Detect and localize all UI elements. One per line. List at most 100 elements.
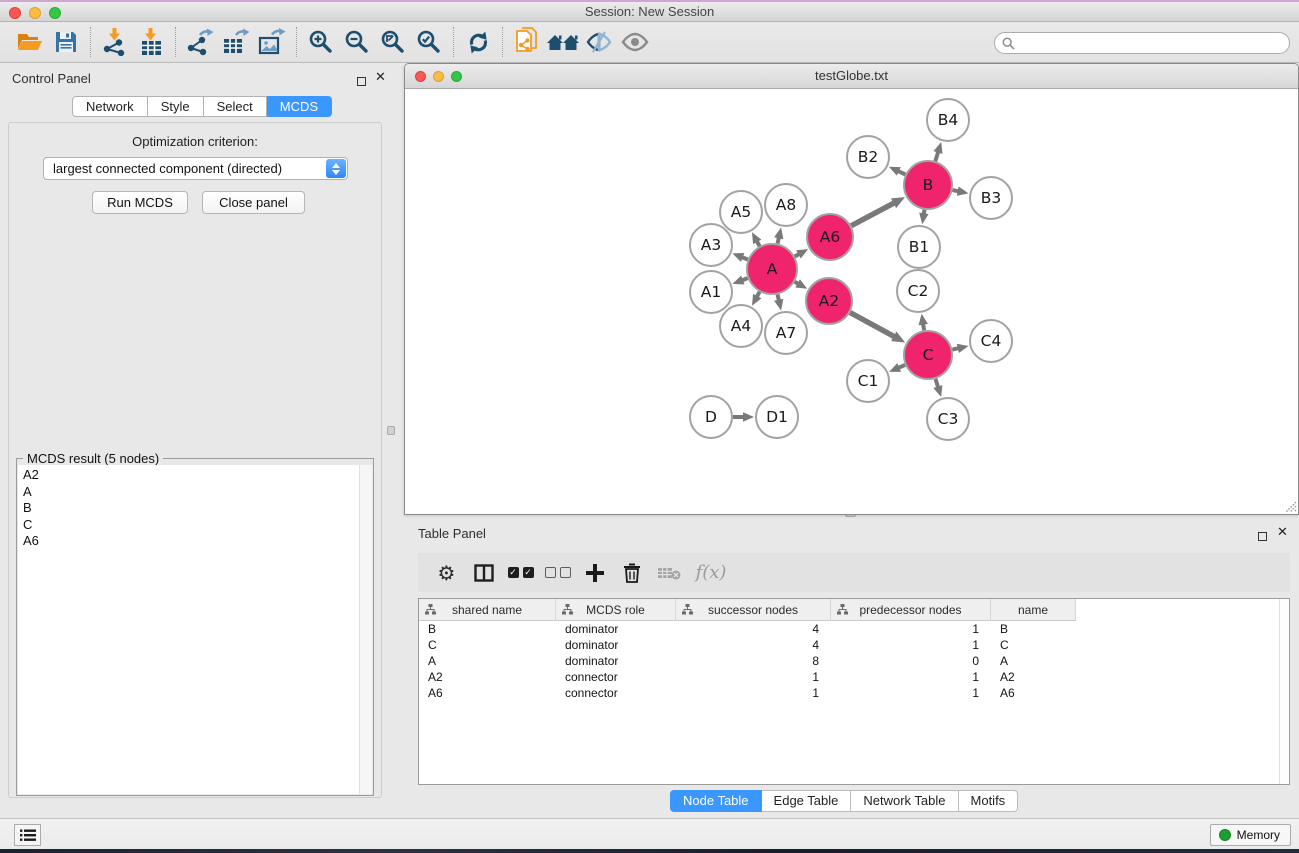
table-cell[interactable]: C xyxy=(419,637,556,653)
table-row[interactable]: A2connector11A2 xyxy=(419,669,1279,685)
network-window-controls[interactable] xyxy=(415,71,462,82)
refresh-button[interactable] xyxy=(460,25,496,59)
network-zoom-button[interactable] xyxy=(451,71,462,82)
column-header-MCDS-role[interactable]: MCDS role xyxy=(556,599,676,621)
network-close-button[interactable] xyxy=(415,71,426,82)
table-cell[interactable]: 4 xyxy=(676,637,831,653)
zoom-window-button[interactable] xyxy=(49,7,61,19)
column-visibility-button[interactable] xyxy=(465,557,502,589)
network-canvas[interactable]: AA1A3A5A8A4A7A6A2BB1B2B3B4CC1C2C3C4DD1 xyxy=(405,89,1298,514)
mcds-result-item[interactable]: B xyxy=(23,500,372,517)
run-mcds-button[interactable]: Run MCDS xyxy=(92,191,188,214)
window-resize-grip[interactable] xyxy=(1283,499,1297,513)
node-table-body[interactable]: Bdominator41BCdominator41CAdominator80AA… xyxy=(419,621,1279,784)
mcds-result-item[interactable]: A xyxy=(23,484,372,501)
table-cell[interactable]: dominator xyxy=(556,621,676,637)
window-controls[interactable] xyxy=(9,7,61,19)
tab-style[interactable]: Style xyxy=(148,96,204,117)
export-table-button[interactable] xyxy=(218,25,254,59)
table-cell[interactable]: A2 xyxy=(991,669,1076,685)
table-cell[interactable]: 1 xyxy=(676,669,831,685)
table-cell[interactable]: 0 xyxy=(831,653,991,669)
table-cell[interactable]: connector xyxy=(556,669,676,685)
deselect-all-columns-button[interactable] xyxy=(539,557,576,589)
select-all-columns-button[interactable]: ✓✓ xyxy=(502,557,539,589)
vertical-divider-grip[interactable] xyxy=(387,426,395,435)
search-field[interactable] xyxy=(994,32,1290,54)
zoom-in-button[interactable] xyxy=(303,25,339,59)
export-network-button[interactable] xyxy=(182,25,218,59)
optimization-criterion-select[interactable]: largest connected component (directed) xyxy=(43,157,348,180)
minimize-window-button[interactable] xyxy=(29,7,41,19)
zoom-selected-button[interactable] xyxy=(411,25,447,59)
column-header-successor-nodes[interactable]: successor nodes xyxy=(676,599,831,621)
tab-network-table[interactable]: Network Table xyxy=(851,790,958,812)
tab-mcds[interactable]: MCDS xyxy=(267,96,332,117)
close-panel-button[interactable]: Close panel xyxy=(202,191,305,214)
table-cell[interactable]: A xyxy=(419,653,556,669)
table-cell[interactable]: 8 xyxy=(676,653,831,669)
table-cell[interactable]: 4 xyxy=(676,621,831,637)
table-cell[interactable]: 1 xyxy=(831,669,991,685)
mcds-result-item[interactable]: C xyxy=(23,517,372,534)
function-builder-button[interactable]: f(x) xyxy=(687,557,735,589)
table-row[interactable]: Cdominator41C xyxy=(419,637,1279,653)
table-cell[interactable]: A6 xyxy=(991,685,1076,701)
tab-node-table[interactable]: Node Table xyxy=(670,790,762,812)
tab-motifs[interactable]: Motifs xyxy=(959,790,1019,812)
table-settings-button[interactable]: ⚙ xyxy=(428,557,465,589)
graph-edge-A6-B[interactable] xyxy=(851,202,895,225)
column-header-name[interactable]: name xyxy=(991,599,1076,621)
table-cell[interactable]: B xyxy=(419,621,556,637)
zoom-fit-button[interactable] xyxy=(375,25,411,59)
network-minimize-button[interactable] xyxy=(433,71,444,82)
table-cell[interactable]: A2 xyxy=(419,669,556,685)
hide-graphics-details-button[interactable] xyxy=(581,25,617,59)
clone-network-button[interactable] xyxy=(509,25,545,59)
memory-button[interactable]: Memory xyxy=(1210,824,1291,846)
network-window-titlebar[interactable]: testGlobe.txt xyxy=(405,64,1298,89)
graph-edge-A2-C[interactable] xyxy=(850,312,895,337)
table-cell[interactable]: 1 xyxy=(676,685,831,701)
delete-column-button[interactable] xyxy=(613,557,650,589)
tab-edge-table[interactable]: Edge Table xyxy=(762,790,852,812)
control-panel-close-button[interactable]: ✕ xyxy=(375,72,386,82)
import-network-button[interactable] xyxy=(97,25,133,59)
open-session-button[interactable] xyxy=(12,25,48,59)
table-row[interactable]: Adominator80A xyxy=(419,653,1279,669)
column-header-shared-name[interactable]: shared name xyxy=(419,599,556,621)
table-cell[interactable]: 1 xyxy=(831,637,991,653)
table-cell[interactable]: dominator xyxy=(556,637,676,653)
mcds-result-item[interactable]: A2 xyxy=(23,467,372,484)
mcds-result-scrollbar[interactable] xyxy=(359,465,372,794)
column-header-predecessor-nodes[interactable]: predecessor nodes xyxy=(831,599,991,621)
table-row[interactable]: A6connector11A6 xyxy=(419,685,1279,701)
tab-network[interactable]: Network xyxy=(72,96,148,117)
table-cell[interactable]: A6 xyxy=(419,685,556,701)
network-graph[interactable]: AA1A3A5A8A4A7A6A2BB1B2B3B4CC1C2C3C4DD1 xyxy=(405,89,1298,514)
delete-table-button[interactable] xyxy=(650,557,687,589)
table-panel-close-button[interactable]: ✕ xyxy=(1277,527,1288,537)
mcds-result-list[interactable]: A2ABCA6 xyxy=(18,465,372,794)
add-column-button[interactable] xyxy=(576,557,613,589)
tab-select[interactable]: Select xyxy=(204,96,267,117)
save-session-button[interactable] xyxy=(48,25,84,59)
import-table-button[interactable] xyxy=(133,25,169,59)
table-cell[interactable]: 1 xyxy=(831,621,991,637)
mcds-result-item[interactable]: A6 xyxy=(23,533,372,550)
table-panel-float-button[interactable] xyxy=(1258,528,1267,546)
node-table-scrollbar[interactable] xyxy=(1279,599,1289,784)
table-cell[interactable]: B xyxy=(991,621,1076,637)
table-cell[interactable]: A xyxy=(991,653,1076,669)
table-cell[interactable]: C xyxy=(991,637,1076,653)
export-image-button[interactable] xyxy=(254,25,290,59)
home-button[interactable] xyxy=(545,25,581,59)
control-panel-float-button[interactable] xyxy=(357,73,366,91)
show-task-history-button[interactable] xyxy=(14,824,41,846)
zoom-out-button[interactable] xyxy=(339,25,375,59)
table-row[interactable]: Bdominator41B xyxy=(419,621,1279,637)
close-window-button[interactable] xyxy=(9,7,21,19)
table-cell[interactable]: connector xyxy=(556,685,676,701)
table-cell[interactable]: 1 xyxy=(831,685,991,701)
table-cell[interactable]: dominator xyxy=(556,653,676,669)
